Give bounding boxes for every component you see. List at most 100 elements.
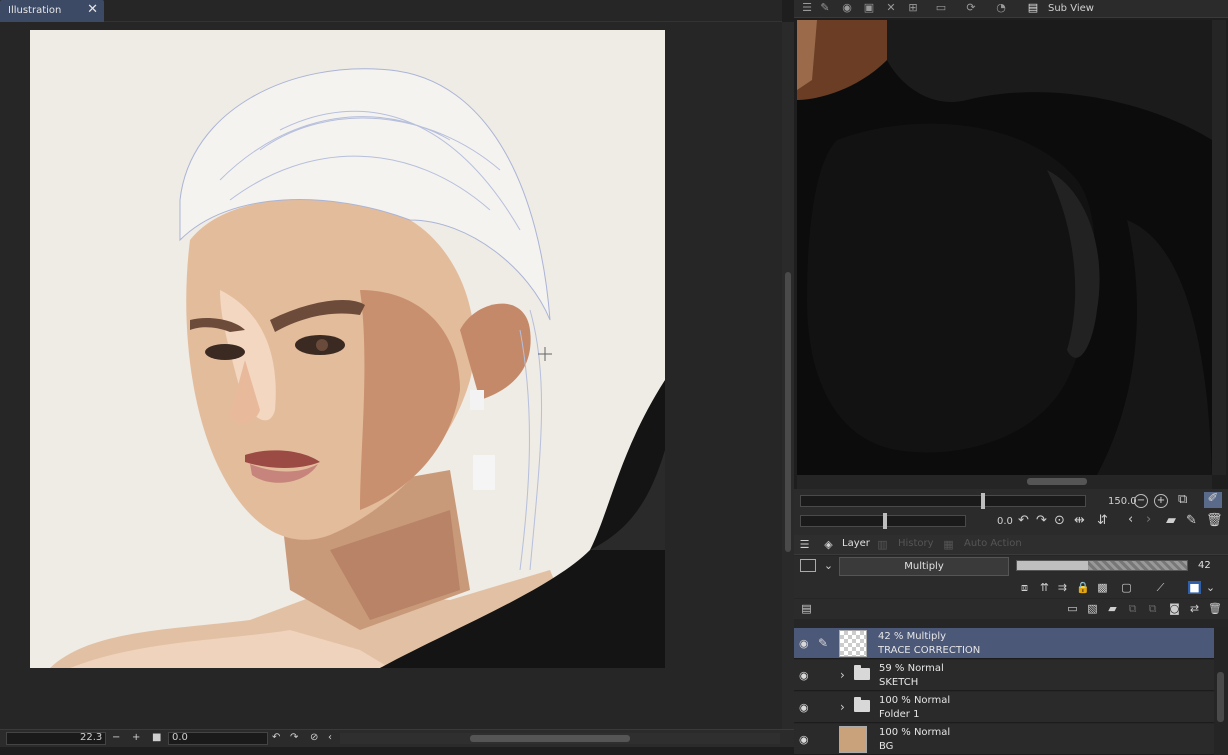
menu-icon[interactable]: ☰ <box>798 538 811 551</box>
scrollbar-thumb[interactable] <box>785 272 791 552</box>
flip-horizontal-icon[interactable]: ⇹ <box>1074 514 1085 528</box>
opacity-slider[interactable] <box>1016 560 1188 571</box>
reset-icon[interactable]: ⊙ <box>1054 514 1065 528</box>
layer-panel-tabs: ☰ ◈ Layer ▥ History ▦ Auto Action <box>794 535 1228 555</box>
eye-icon[interactable]: ◉ <box>799 733 809 746</box>
new-raster-layer-icon[interactable]: ▭ <box>1066 602 1079 615</box>
layer-row[interactable]: ◉ › 59 % Normal SKETCH <box>794 660 1214 691</box>
slider-knob[interactable] <box>883 513 887 529</box>
layer-list-scrollbar[interactable] <box>1214 627 1228 755</box>
trash-icon[interactable]: 🗑 <box>1206 514 1223 528</box>
zoom-in-icon[interactable]: + <box>1154 494 1168 508</box>
slider-knob[interactable] <box>981 493 985 509</box>
blend-mode-select[interactable]: Multiply <box>839 557 1009 576</box>
tab-auto-action[interactable]: Auto Action <box>964 538 1022 549</box>
pencil-icon: ✎ <box>818 636 829 650</box>
chevron-down-icon[interactable]: ⌄ <box>1204 581 1217 594</box>
fit-view-icon[interactable]: ⧉ <box>1178 493 1187 507</box>
lock-transparent-icon[interactable]: ▩ <box>1096 581 1109 594</box>
zoom-out-icon[interactable]: − <box>1134 494 1148 508</box>
rotate-left-icon[interactable]: ↶ <box>272 732 280 745</box>
chevron-down-icon[interactable]: ⌄ <box>822 559 835 572</box>
new-folder-icon[interactable]: ▰ <box>1106 602 1119 615</box>
artboard[interactable] <box>30 30 665 668</box>
zoom-value: 22.3 <box>80 732 103 743</box>
grid-icon[interactable]: ⊞ <box>906 2 920 14</box>
open-icon[interactable]: ◉ <box>840 2 854 14</box>
eye-icon[interactable]: ◉ <box>799 637 809 650</box>
tab-history[interactable]: History <box>898 538 934 549</box>
opacity-fill <box>1017 561 1089 570</box>
blend-row: ⌄ Multiply 42 <box>794 556 1228 578</box>
lock-icon[interactable]: 🔒 <box>1076 581 1090 594</box>
transfer-icon[interactable]: ⇄ <box>1188 602 1201 615</box>
chevron-right-icon[interactable]: › <box>840 668 845 682</box>
flip-vertical-icon[interactable]: ⇵ <box>1097 514 1108 528</box>
sub-view-zoom-slider[interactable] <box>800 493 1086 509</box>
next-icon[interactable]: › <box>1146 513 1151 527</box>
scrollbar-thumb[interactable] <box>1217 672 1224 722</box>
merge-icon[interactable]: ⧉ <box>1126 602 1139 615</box>
layer-color-swatch-icon[interactable]: ■ <box>1188 581 1201 594</box>
scrollbar-thumb[interactable] <box>470 735 630 742</box>
rotate-icon[interactable]: ⟳ <box>964 2 978 14</box>
layer-row[interactable]: ◉ 100 % Normal BG <box>794 724 1214 755</box>
sub-view-vertical-scrollbar[interactable] <box>1212 20 1226 475</box>
rotate-right-icon[interactable]: ↷ <box>1036 514 1047 528</box>
layer-name: TRACE CORRECTION <box>878 645 981 656</box>
status-bar: 22.3 − + ■ 0.0 ↶ ↷ ⊘ ‹ <box>0 729 794 747</box>
edit-icon[interactable]: ✎ <box>818 2 832 14</box>
layer-mode: 59 % Normal <box>879 663 944 674</box>
rotate-right-icon[interactable]: ↷ <box>290 732 298 745</box>
eye-icon[interactable]: ◉ <box>799 669 809 682</box>
layer-row[interactable]: ◉ › 100 % Normal Folder 1 <box>794 692 1214 723</box>
zoom-out-button[interactable]: − <box>112 732 120 745</box>
draft-icon[interactable]: ⇉ <box>1056 581 1069 594</box>
mask-icon[interactable]: ▢ <box>1120 581 1133 594</box>
open-folder-icon[interactable]: ▰ <box>1166 514 1176 528</box>
trash-icon[interactable]: 🗑 <box>1208 602 1222 615</box>
new-vector-layer-icon[interactable]: ▧ <box>1086 602 1099 615</box>
tab-layer[interactable]: Layer <box>842 538 870 549</box>
chevron-right-icon[interactable]: › <box>840 700 845 714</box>
edit-image-icon[interactable]: ✎ <box>1186 514 1197 528</box>
rotate-left-icon[interactable]: ↶ <box>1018 514 1029 528</box>
fit-icon[interactable]: ▭ <box>934 2 948 14</box>
sub-view-horizontal-scrollbar[interactable] <box>797 475 1212 489</box>
clip-icon[interactable]: ⧈ <box>1018 581 1031 594</box>
copy-icon[interactable]: ⧉ <box>1146 602 1159 615</box>
delete-icon[interactable]: ✕ <box>884 2 898 14</box>
document-tab-bar <box>0 0 782 22</box>
eye-icon[interactable]: ◉ <box>799 701 809 714</box>
previous-icon[interactable]: ‹ <box>1128 513 1133 527</box>
layer-color-icon[interactable] <box>800 559 816 572</box>
canvas-horizontal-scrollbar[interactable] <box>340 733 780 744</box>
zoom-in-button[interactable]: + <box>132 732 140 745</box>
sub-view-toolbar: ☰ ✎ ◉ ▣ ✕ ⊞ ▭ ⟳ ◔ ▤ Sub View <box>794 0 1228 18</box>
menu-icon[interactable]: ☰ <box>800 2 814 14</box>
close-icon[interactable]: ✕ <box>87 2 98 17</box>
layer-settings-icon[interactable]: ▤ <box>800 602 813 615</box>
sub-view-icon[interactable]: ▤ <box>1026 2 1040 14</box>
scrollbar-thumb[interactable] <box>1027 478 1087 485</box>
fit-icon[interactable]: ■ <box>152 732 161 745</box>
layer-name: Folder 1 <box>879 709 920 720</box>
layer-thumbnail <box>839 630 867 657</box>
eyedropper-icon[interactable]: ✐ <box>1204 492 1222 508</box>
layer-row[interactable]: ◉ ✎ 42 % Multiply TRACE CORRECTION <box>794 628 1214 659</box>
canvas-vertical-scrollbar[interactable] <box>782 22 794 729</box>
sub-view-image[interactable] <box>797 20 1212 475</box>
document-tab[interactable]: Illustration ✕ <box>0 0 104 22</box>
gauge-icon[interactable]: ◔ <box>994 2 1008 14</box>
rotation-value: 0.0 <box>172 732 188 743</box>
sub-view-rotate-slider[interactable] <box>800 513 966 529</box>
mask-add-icon[interactable]: ◙ <box>1168 602 1181 615</box>
ruler-icon[interactable]: ⟋ <box>1154 581 1167 594</box>
reference-icon[interactable]: ⇈ <box>1038 581 1051 594</box>
layer-mode: 100 % Normal <box>879 727 951 738</box>
save-icon[interactable]: ▣ <box>862 2 876 14</box>
layer-name: SKETCH <box>879 677 919 688</box>
scroll-left-icon[interactable]: ‹ <box>328 732 332 745</box>
reset-rotation-icon[interactable]: ⊘ <box>310 732 318 745</box>
opacity-value[interactable]: 42 <box>1198 560 1211 571</box>
